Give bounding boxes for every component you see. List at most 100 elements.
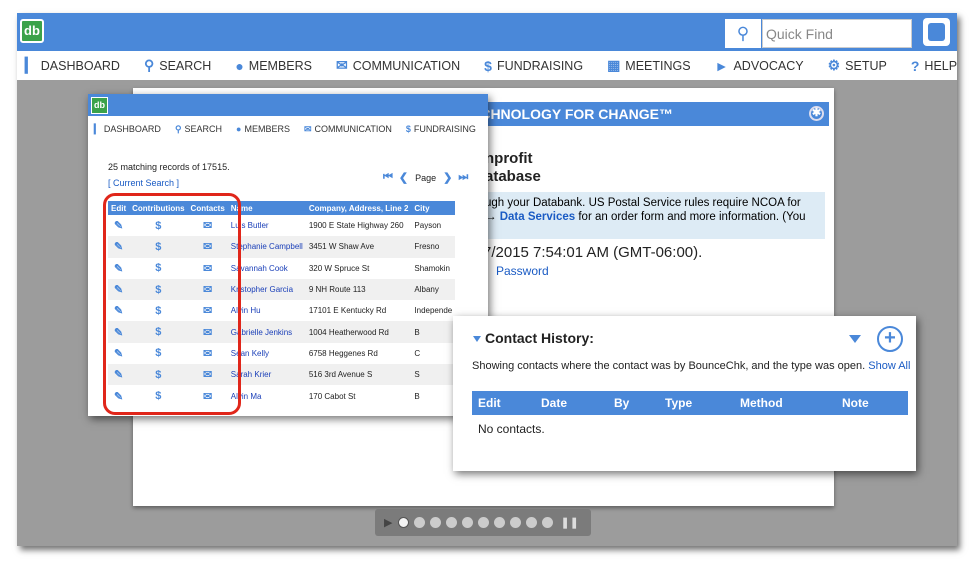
heading-line2: atabase <box>485 168 541 185</box>
col-method[interactable]: Method <box>740 396 783 410</box>
ncoa-callout: ugh your Databank. US Postal Service rul… <box>481 192 825 239</box>
col-address[interactable]: Company, Address, Line 2 <box>305 201 412 215</box>
nav-communication[interactable]: ✉ COMMUNICATION <box>304 124 392 135</box>
carousel-dot[interactable] <box>430 517 442 528</box>
bar-chart-icon: ▎ <box>94 123 101 134</box>
search-icon[interactable]: ⚲ <box>725 19 761 48</box>
nav-members[interactable]: ● MEMBERS <box>235 58 312 74</box>
carousel-dot[interactable] <box>510 517 522 528</box>
callout-text: ugh your Databank. US Postal Service rul… <box>485 197 801 209</box>
record-count: 25 matching records of 17515. <box>108 162 230 172</box>
nav-advocacy[interactable]: ► ADVOCACY <box>715 58 804 74</box>
nav-dashboard[interactable]: ▎ DASHBOARD <box>25 57 120 74</box>
people-icon: ● <box>236 124 242 134</box>
banner-title: ECHNOLOGY FOR CHANGE™ <box>471 106 673 122</box>
address-cell: 6758 Heggenes Rd <box>308 348 378 358</box>
carousel-dot[interactable] <box>494 517 506 528</box>
nav-search[interactable]: ⚲ SEARCH <box>175 124 222 135</box>
pause-icon[interactable]: ❚❚ <box>560 516 578 529</box>
highlight-box <box>103 193 241 415</box>
address-cell: 516 3rd Avenue S <box>305 364 412 386</box>
contact-history-header: Edit Date By Type Method Note <box>472 391 908 415</box>
col-edit[interactable]: Edit <box>478 396 501 410</box>
nav-search[interactable]: ⚲ SEARCH <box>144 57 211 74</box>
megaphone-icon: ► <box>714 57 729 74</box>
window-top-bar: db <box>88 94 488 116</box>
city-cell: Independe <box>414 306 453 316</box>
app-logo[interactable]: db <box>20 19 44 43</box>
add-contact-icon[interactable]: + <box>877 326 903 352</box>
carousel-dot[interactable] <box>526 517 538 528</box>
carousel-dot[interactable] <box>446 517 458 528</box>
city-cell: C <box>414 348 421 358</box>
top-bar: db ⚲ <box>17 13 957 51</box>
gear-icon: ⚙ <box>827 57 841 73</box>
timestamp: 7/2015 7:54:01 AM (GMT-06:00). <box>483 244 703 261</box>
contact-history-window: Contact History: + Showing contacts wher… <box>453 316 916 471</box>
play-icon[interactable]: ▶ <box>384 516 392 529</box>
dollar-icon: $ <box>484 57 492 74</box>
nav-fundraising[interactable]: $ FUNDRAISING <box>406 124 476 134</box>
question-icon: ? <box>910 57 920 74</box>
nav-communication[interactable]: ✉ COMMUNICATION <box>336 57 460 74</box>
callout-rest: for an order form and more information. … <box>578 211 806 223</box>
address-cell: 1004 Heatherwood Rd <box>305 321 412 343</box>
carousel-controls: ▶ ❚❚ <box>375 509 591 536</box>
address-cell: 320 W Spruce St <box>308 263 370 273</box>
calendar-icon: ▦ <box>607 57 621 73</box>
password-link[interactable]: Password <box>496 264 549 278</box>
quick-find-input[interactable] <box>762 19 912 48</box>
nav-meetings[interactable]: ▦ MEETINGS <box>607 57 691 74</box>
user-button[interactable] <box>923 18 950 46</box>
next-page-icon[interactable]: ❯ <box>443 171 452 184</box>
col-by[interactable]: By <box>614 396 629 410</box>
carousel-dot[interactable] <box>414 517 426 528</box>
nav-setup[interactable]: ⚙ SETUP <box>828 57 887 74</box>
address-cell: 9 NH Route 113 <box>305 278 412 301</box>
city-cell: B <box>411 321 456 343</box>
carousel-dot[interactable] <box>478 517 490 528</box>
last-page-icon[interactable]: ⏭ <box>458 171 468 184</box>
city-cell: B <box>414 391 420 401</box>
user-icon <box>928 23 945 41</box>
banner-bar: ECHNOLOGY FOR CHANGE™ ✱ <box>471 102 829 126</box>
city-cell: Fresno <box>411 236 456 258</box>
gear-icon[interactable]: ✱ <box>809 106 824 121</box>
contact-history-title: Contact History: <box>485 330 594 346</box>
filter-icon[interactable] <box>849 335 861 343</box>
col-date[interactable]: Date <box>541 396 567 410</box>
col-type[interactable]: Type <box>665 396 692 410</box>
nav-members[interactable]: ● MEMBERS <box>236 124 290 134</box>
current-search-link[interactable]: [ Current Search ] <box>108 178 179 188</box>
city-cell: Payson <box>414 221 442 231</box>
window-nav: ▎ DASHBOARD ⚲ SEARCH ● MEMBERS ✉ COMMUNICATI… <box>88 120 488 138</box>
bar-chart-icon: ▎ <box>25 57 36 73</box>
envelope-icon: ✉ <box>304 123 312 134</box>
dollar-icon: $ <box>405 124 411 134</box>
show-all-link[interactable]: Show All <box>868 360 910 372</box>
envelope-icon: ✉ <box>336 57 348 73</box>
app-logo[interactable]: db <box>91 97 108 114</box>
first-page-icon[interactable]: ⏮ <box>383 171 393 184</box>
city-cell: Shamokin <box>414 263 450 273</box>
city-cell: Albany <box>411 278 456 301</box>
data-services-link[interactable]: Data Services <box>500 211 575 223</box>
nav-fundraising[interactable]: $ FUNDRAISING <box>484 58 583 74</box>
page-label: Page <box>415 172 437 183</box>
no-contacts-message: No contacts. <box>478 422 545 436</box>
search-icon: ⚲ <box>143 57 155 73</box>
main-nav: ▎ DASHBOARD ⚲ SEARCH ● MEMBERS ✉ COMMUNICATI… <box>17 51 957 80</box>
nav-help[interactable]: ? HELP <box>911 58 957 74</box>
carousel-dot[interactable] <box>462 517 474 528</box>
pager: ⏮ ❮ Page ❯ ⏭ <box>380 171 471 184</box>
prev-page-icon[interactable]: ❮ <box>399 171 408 184</box>
address-cell: 17101 E Kentucky Rd <box>308 306 387 316</box>
address-cell: 1900 E State Highway 260 <box>308 221 404 231</box>
col-note[interactable]: Note <box>842 396 869 410</box>
carousel-dot[interactable] <box>542 517 554 528</box>
carousel-dot[interactable] <box>398 517 410 528</box>
nav-dashboard[interactable]: ▎ DASHBOARD <box>94 124 161 135</box>
contact-history-description: Showing contacts where the contact was b… <box>472 360 911 372</box>
col-city[interactable]: City <box>411 201 456 215</box>
city-cell: S <box>411 364 456 386</box>
